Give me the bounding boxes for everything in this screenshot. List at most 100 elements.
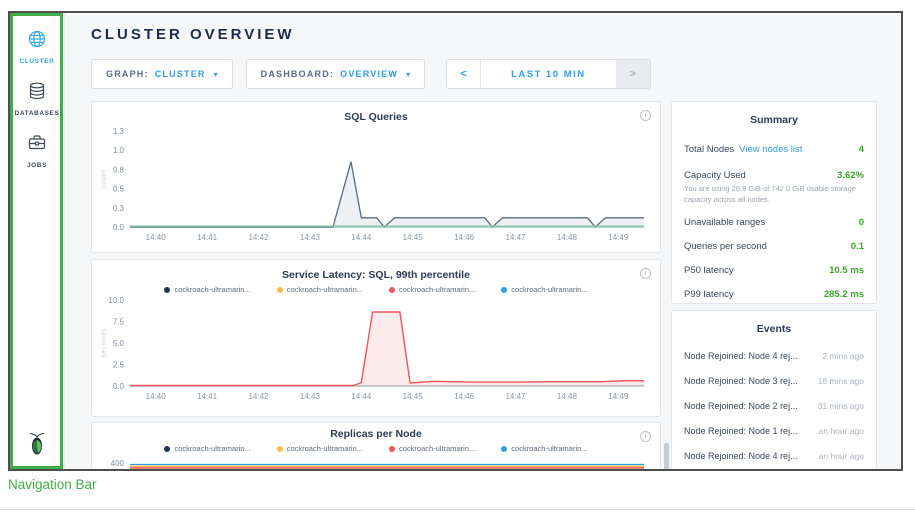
- replicas-per-node-chart: 400: [96, 453, 656, 469]
- summary-row-unavailable-ranges: Unavailable ranges 0: [684, 210, 864, 234]
- svg-text:14:46: 14:46: [454, 392, 475, 401]
- chart-title: Service Latency: SQL, 99th percentile: [92, 269, 660, 281]
- series-dot-icon: [277, 287, 283, 293]
- chevron-right-icon: >: [629, 68, 635, 80]
- svg-text:14:43: 14:43: [300, 233, 321, 242]
- legend-item: cockroach-ultramarin...: [277, 285, 363, 294]
- dashboard-dropdown[interactable]: DASHBOARD: OVERVIEW ▾: [246, 59, 425, 89]
- sidebar-item-label: CLUSTER: [20, 58, 55, 65]
- summary-row-total-nodes: Total NodesView nodes list 4: [684, 132, 864, 163]
- replicas-per-node-card: Replicas per Node i cockroach-ultramarin…: [91, 422, 661, 469]
- svg-text:14:40: 14:40: [146, 233, 167, 242]
- dashboard-controls: GRAPH: CLUSTER ▾ DASHBOARD: OVERVIEW ▾ <…: [91, 59, 651, 89]
- event-row: Node Rejoined: Node 1 rej... an hour ago: [684, 418, 864, 443]
- series-dot-icon: [164, 287, 170, 293]
- summary-value: 285.2 ms: [824, 289, 864, 300]
- svg-text:14:49: 14:49: [608, 233, 629, 242]
- legend-item: cockroach-ultramarin...: [501, 285, 587, 294]
- svg-text:0.0: 0.0: [113, 223, 125, 232]
- capacity-note: You are using 26.8 GiB of 742.0 GiB usab…: [684, 183, 864, 210]
- svg-text:14:47: 14:47: [505, 233, 526, 242]
- briefcase-icon: [27, 133, 47, 158]
- database-icon: [27, 81, 47, 106]
- dashboard-dropdown-value: OVERVIEW: [340, 69, 398, 79]
- event-row: Node Rejoined: Node 4 rej... an hour ago: [684, 443, 864, 468]
- legend-item: cockroach-ultramarin...: [389, 285, 475, 294]
- legend-item: cockroach-ultramarin...: [389, 444, 475, 453]
- svg-text:0.5: 0.5: [113, 185, 125, 194]
- panel-title: Events: [672, 323, 876, 335]
- sidebar-item-label: JOBS: [27, 162, 47, 169]
- svg-text:14:46: 14:46: [454, 233, 475, 242]
- svg-text:14:45: 14:45: [403, 392, 424, 401]
- graph-dropdown-value: CLUSTER: [155, 69, 206, 79]
- service-latency-card: Service Latency: SQL, 99th percentile i …: [91, 259, 661, 417]
- chevron-down-icon: ▾: [214, 70, 218, 79]
- summary-value: 4: [859, 144, 864, 155]
- event-row: Node Rejoined: Node 3 rej... 18 mins ago: [684, 368, 864, 393]
- chart-legend: cockroach-ultramarin... cockroach-ultram…: [92, 285, 660, 294]
- svg-text:14:45: 14:45: [403, 233, 424, 242]
- svg-text:14:47: 14:47: [505, 392, 526, 401]
- view-nodes-list-link[interactable]: View nodes list: [739, 144, 802, 155]
- series-dot-icon: [501, 446, 507, 452]
- bottom-divider: [0, 509, 915, 510]
- main-content: CLUSTER OVERVIEW GRAPH: CLUSTER ▾ DASHBO…: [65, 13, 901, 469]
- panel-title: Summary: [672, 114, 876, 126]
- app-window: CLUSTER DATABASES: [8, 11, 903, 471]
- screenshot-page: CLUSTER DATABASES: [0, 0, 915, 517]
- series-dot-icon: [164, 446, 170, 452]
- summary-value: 10.5 ms: [829, 265, 864, 276]
- summary-panel: Summary Total NodesView nodes list 4 Cap…: [671, 101, 877, 304]
- chevron-down-icon: ▾: [406, 70, 410, 79]
- summary-row-p50-latency: P50 latency 10.5 ms: [684, 258, 864, 282]
- cockroach-logo[interactable]: [25, 432, 49, 463]
- svg-text:1.3: 1.3: [113, 127, 125, 136]
- summary-row-queries-per-second: Queries per second 0.1: [684, 234, 864, 258]
- sidebar-item-cluster[interactable]: CLUSTER: [10, 29, 64, 65]
- sidebar-item-databases[interactable]: DATABASES: [10, 81, 64, 117]
- svg-text:seconds: seconds: [101, 328, 108, 358]
- svg-text:14:44: 14:44: [351, 392, 372, 401]
- svg-text:2.5: 2.5: [113, 361, 125, 370]
- series-dot-icon: [501, 287, 507, 293]
- time-prev-button[interactable]: <: [447, 60, 481, 88]
- svg-text:14:44: 14:44: [351, 233, 372, 242]
- chart-legend: cockroach-ultramarin... cockroach-ultram…: [92, 444, 660, 453]
- time-next-button[interactable]: >: [616, 60, 650, 88]
- svg-text:14:41: 14:41: [197, 392, 218, 401]
- globe-icon: [27, 29, 47, 54]
- legend-item: cockroach-ultramarin...: [501, 444, 587, 453]
- svg-text:0.0: 0.0: [113, 382, 125, 391]
- summary-value: 0.1: [851, 241, 864, 252]
- chart-title: SQL Queries: [92, 111, 660, 123]
- navigation-bar: CLUSTER DATABASES: [10, 13, 65, 469]
- info-icon[interactable]: i: [640, 268, 651, 279]
- time-window-selector: < LAST 10 MIN >: [446, 59, 651, 89]
- sql-queries-card: SQL Queries i 0.00.30.50.81.01.3count14:…: [91, 101, 661, 253]
- svg-text:0.3: 0.3: [113, 204, 125, 213]
- dashboard-dropdown-label: DASHBOARD:: [261, 69, 335, 79]
- graph-dropdown[interactable]: GRAPH: CLUSTER ▾: [91, 59, 233, 89]
- events-panel: Events Node Rejoined: Node 4 rej... 2 mi…: [671, 310, 877, 469]
- charts-scrollbar[interactable]: [664, 443, 669, 469]
- event-row: Node Rejoined: Node 2 rej... 31 mins ago: [684, 393, 864, 418]
- svg-text:14:48: 14:48: [557, 233, 578, 242]
- svg-text:14:43: 14:43: [300, 392, 321, 401]
- info-icon[interactable]: i: [640, 110, 651, 121]
- svg-text:14:42: 14:42: [248, 233, 269, 242]
- svg-text:7.5: 7.5: [113, 318, 125, 327]
- graph-dropdown-label: GRAPH:: [106, 69, 149, 79]
- series-dot-icon: [389, 287, 395, 293]
- info-icon[interactable]: i: [640, 431, 651, 442]
- page-title: CLUSTER OVERVIEW: [91, 26, 295, 43]
- summary-row-p99-latency: P99 latency 285.2 ms: [684, 282, 864, 306]
- sql-queries-chart: 0.00.30.50.81.01.3count14:4014:4114:4214…: [96, 123, 656, 247]
- svg-text:count: count: [101, 169, 108, 189]
- events-rows: Node Rejoined: Node 4 rej... 2 mins ago …: [672, 335, 876, 468]
- svg-text:14:42: 14:42: [248, 392, 269, 401]
- sidebar-item-jobs[interactable]: JOBS: [10, 133, 64, 169]
- time-window-label[interactable]: LAST 10 MIN: [481, 60, 616, 88]
- summary-value: 3.62%: [837, 170, 864, 181]
- svg-text:5.0: 5.0: [113, 339, 125, 348]
